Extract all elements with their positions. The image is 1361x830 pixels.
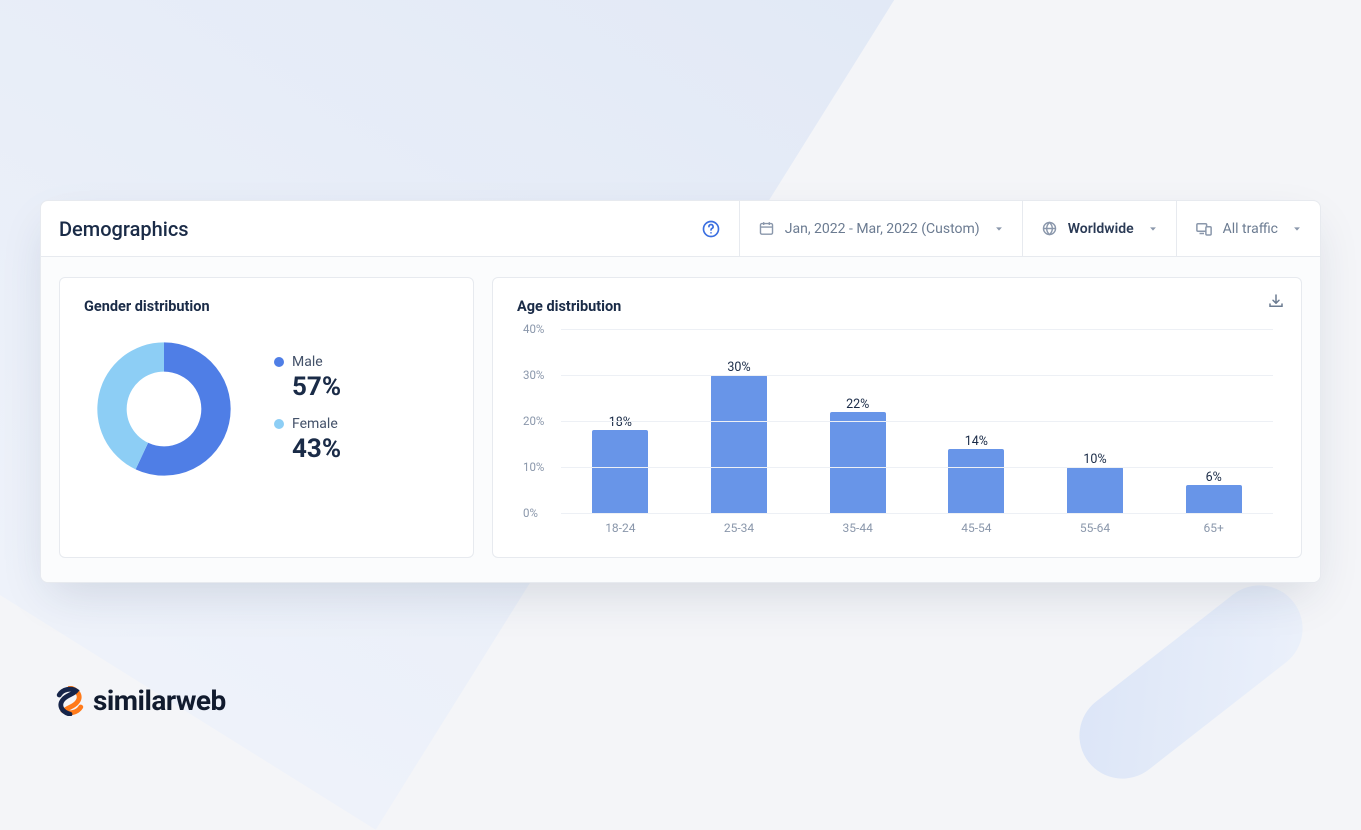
grid-line bbox=[561, 421, 1273, 422]
bar-value-label: 22% bbox=[846, 397, 869, 412]
x-axis-tick: 35-44 bbox=[798, 513, 917, 539]
gender-donut-area: Male 57% Female 43% bbox=[84, 329, 449, 489]
x-axis-tick: 45-54 bbox=[917, 513, 1036, 539]
traffic-label: All traffic bbox=[1223, 221, 1278, 237]
region-selector[interactable]: Worldwide bbox=[1022, 201, 1176, 256]
legend-row-female: Female 43% bbox=[274, 416, 341, 464]
age-distribution-card: Age distribution 18% 30% 22% 14% 10% 6% 0% 10%… bbox=[492, 277, 1302, 558]
legend-value: 43% bbox=[292, 434, 341, 464]
legend-value: 57% bbox=[292, 372, 341, 402]
download-icon bbox=[1267, 295, 1285, 314]
devices-icon bbox=[1195, 220, 1213, 238]
background-pill bbox=[1062, 568, 1320, 796]
bar-value-label: 18% bbox=[609, 415, 632, 430]
globe-icon bbox=[1041, 220, 1058, 237]
download-button[interactable] bbox=[1267, 292, 1285, 314]
similarweb-logo-text: similarweb bbox=[93, 684, 226, 717]
help-button[interactable] bbox=[683, 201, 739, 256]
grid-line bbox=[561, 467, 1273, 468]
bar-value-label: 6% bbox=[1206, 470, 1222, 485]
help-icon bbox=[701, 219, 721, 239]
bar bbox=[948, 449, 1004, 513]
gender-donut-chart bbox=[84, 329, 244, 489]
y-axis-tick: 10% bbox=[523, 460, 544, 474]
x-axis-tick: 55-64 bbox=[1036, 513, 1155, 539]
legend-dot bbox=[274, 357, 284, 367]
legend-dot bbox=[274, 419, 284, 429]
demographics-panel: Demographics Jan, 2022 - Mar, 2022 (Cust… bbox=[40, 200, 1321, 583]
age-card-title: Age distribution bbox=[517, 298, 1277, 315]
y-axis-tick: 30% bbox=[523, 368, 544, 382]
bar-value-label: 10% bbox=[1083, 452, 1106, 467]
similarweb-logo-icon bbox=[55, 686, 85, 716]
y-axis-tick: 20% bbox=[523, 414, 544, 428]
bar bbox=[1067, 467, 1123, 513]
chevron-down-icon bbox=[1292, 224, 1302, 234]
legend-row-male: Male 57% bbox=[274, 354, 341, 402]
x-axis-tick: 25-34 bbox=[680, 513, 799, 539]
y-axis-tick: 0% bbox=[523, 506, 538, 520]
legend-label: Female bbox=[292, 416, 338, 432]
x-axis-tick: 65+ bbox=[1154, 513, 1273, 539]
gender-card-title: Gender distribution bbox=[84, 298, 449, 315]
bar bbox=[711, 375, 767, 513]
date-range-selector[interactable]: Jan, 2022 - Mar, 2022 (Custom) bbox=[739, 201, 1022, 256]
gender-legend: Male 57% Female 43% bbox=[274, 354, 341, 464]
bar bbox=[1186, 485, 1242, 513]
bar bbox=[830, 412, 886, 513]
similarweb-logo: similarweb bbox=[55, 684, 226, 717]
panel-body: Gender distribution Male 57% Female 43% Age… bbox=[41, 257, 1320, 582]
traffic-selector[interactable]: All traffic bbox=[1176, 201, 1320, 256]
grid-line bbox=[561, 375, 1273, 376]
calendar-icon bbox=[758, 220, 775, 237]
gender-distribution-card: Gender distribution Male 57% Female 43% bbox=[59, 277, 474, 558]
legend-label: Male bbox=[292, 354, 323, 370]
chevron-down-icon bbox=[994, 224, 1004, 234]
bar bbox=[592, 430, 648, 513]
bar-value-label: 30% bbox=[727, 360, 750, 375]
panel-header: Demographics Jan, 2022 - Mar, 2022 (Cust… bbox=[41, 201, 1320, 257]
y-axis-tick: 40% bbox=[523, 322, 544, 336]
page-title: Demographics bbox=[41, 217, 683, 241]
date-range-label: Jan, 2022 - Mar, 2022 (Custom) bbox=[785, 221, 980, 237]
bar-value-label: 14% bbox=[965, 434, 988, 449]
grid-line bbox=[561, 329, 1273, 330]
chevron-down-icon bbox=[1148, 224, 1158, 234]
age-bar-chart: 18%30%22%14%10%6% 0%10%20%30%40% 18-2425… bbox=[521, 329, 1273, 539]
region-label: Worldwide bbox=[1068, 221, 1134, 237]
x-axis-tick: 18-24 bbox=[561, 513, 680, 539]
